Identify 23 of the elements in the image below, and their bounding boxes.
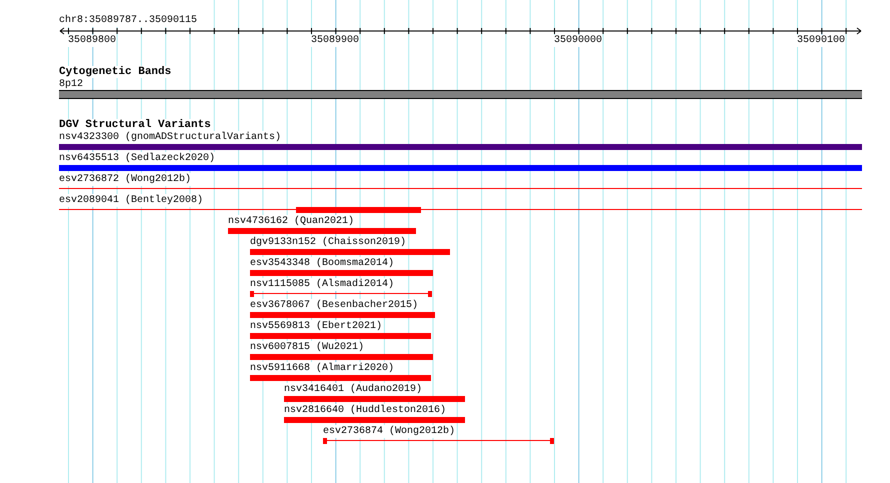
tick-label: 35090100 — [797, 35, 845, 47]
location-label: chr8:35089787..35090115 — [59, 0, 198, 27]
variant-label: nsv4736162 (Quan2021) — [228, 215, 354, 228]
track-title: DGV Structural Variants — [59, 119, 211, 131]
variant-label: nsv2816640 (Huddleston2016) — [284, 404, 446, 417]
variant-label: esv2736872 (Wong2012b) — [59, 173, 192, 186]
variant-label: nsv5569813 (Ebert2021) — [250, 320, 382, 333]
variant-label: nsv6435513 (Sedlazeck2020) — [59, 152, 216, 165]
variant-label: nsv1115085 (Alsmadi2014) — [250, 278, 394, 291]
band-label: 8p12 — [59, 78, 84, 91]
track-title: Cytogenetic Bands — [59, 66, 172, 78]
variant-label: esv2089041 (Bentley2008) — [59, 194, 204, 207]
variant-label: esv2736874 (Wong2012b) — [323, 425, 456, 438]
variant-label: nsv5911668 (Almarri2020) — [250, 362, 394, 375]
tick-label: 35089800 — [68, 35, 116, 47]
variant-label: nsv3416401 (Audano2019) — [284, 383, 422, 396]
variant-label: nsv4323300 (gnomADStructuralVariants) — [59, 131, 282, 144]
variant-label: dgv9133n152 (Chaisson2019) — [250, 236, 406, 249]
variant-label: nsv6007815 (Wu2021) — [250, 341, 364, 354]
variant-label: esv3543348 (Boomsma2014) — [250, 257, 394, 270]
variant-label: esv3678067 (Besenbacher2015) — [250, 299, 418, 312]
tick-label: 35090000 — [554, 35, 602, 47]
tick-label: 35089900 — [311, 35, 359, 47]
